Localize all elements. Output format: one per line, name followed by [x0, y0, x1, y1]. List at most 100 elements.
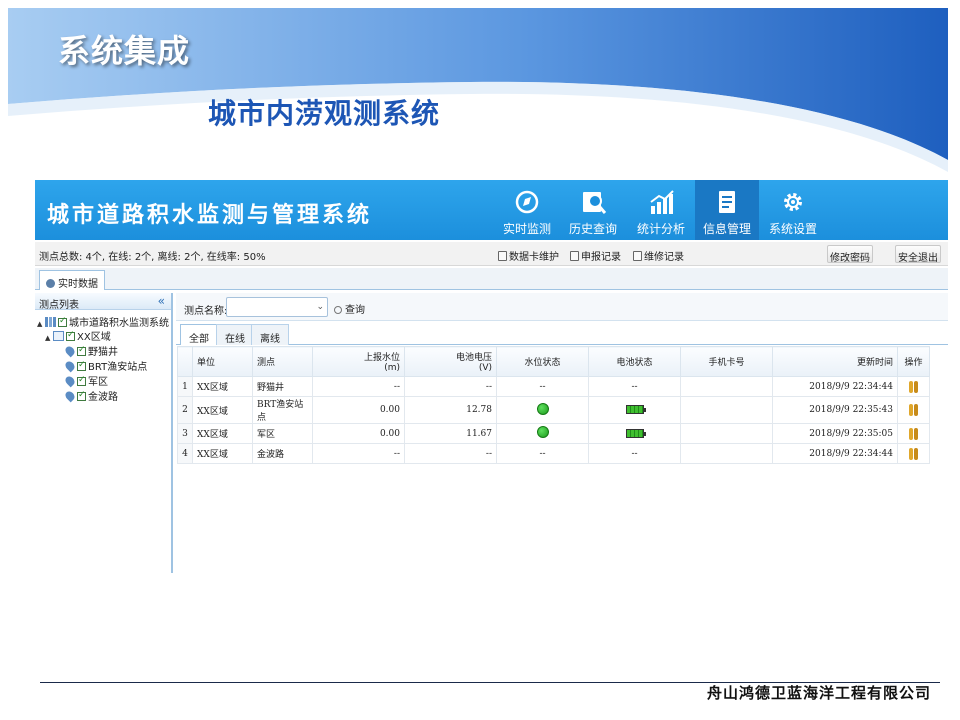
tab-realtime-data[interactable]: 实时数据	[39, 270, 105, 290]
checkbox[interactable]	[77, 390, 86, 401]
nav-label: 实时监测	[502, 222, 551, 236]
nav-statistics[interactable]: 统计分析	[629, 180, 693, 240]
status-summary: 测点总数: 4个, 在线: 2个, 离线: 2个, 在线率: 50%	[39, 252, 266, 263]
collapse-button[interactable]: «	[158, 294, 165, 308]
repair-record-link[interactable]: 维修记录	[633, 248, 684, 263]
tree-point[interactable]: 金波路	[63, 388, 118, 403]
cell-voltage: 11.67	[404, 423, 497, 444]
table-row[interactable]: 1 XX区域 野猫井 -- -- -- -- 2018/9/9 22:34:44	[177, 376, 930, 397]
tree-point-label: 野猫井	[88, 347, 118, 358]
table-row[interactable]: 2 XX区域 BRT渔安站点 0.00 12.78 2018/9/9 22:35…	[177, 396, 930, 424]
cell-point: 军区	[252, 423, 313, 444]
region-icon	[53, 331, 64, 341]
change-password-button[interactable]: 修改密码	[827, 245, 873, 264]
cell-unit: XX区域	[192, 443, 253, 464]
cell-level: --	[312, 376, 405, 397]
point-name-select[interactable]: ⌄	[226, 297, 328, 317]
cell-point: 金波路	[252, 443, 313, 464]
report-icon	[570, 251, 579, 261]
nav-realtime-monitor[interactable]: 实时监测	[495, 180, 559, 240]
row-index: 4	[177, 443, 193, 464]
tab-online-label: 在线	[225, 334, 245, 345]
col-battery-voltage: 电池电压 (V)	[404, 346, 497, 377]
checkbox[interactable]	[77, 375, 86, 386]
cell-voltage: --	[404, 376, 497, 397]
tree-point-label: BRT渔安站点	[88, 362, 148, 373]
cell-battery-status: --	[588, 443, 681, 464]
water-ok-icon	[536, 402, 549, 415]
tree-point[interactable]: 军区	[63, 373, 108, 388]
data-table: 单位 测点 上报水位 (m) 电池电压 (V) 水位状态 电池状态 手机卡号 更…	[177, 346, 930, 464]
cell-sim	[680, 443, 773, 464]
nav-label: 统计分析	[636, 222, 685, 236]
wrench-icon[interactable]	[908, 404, 919, 416]
search-bar: 测点名称: ⌄ 查询	[176, 293, 948, 321]
cell-level: 0.00	[312, 423, 405, 444]
query-button[interactable]: 查询	[334, 301, 365, 316]
document-icon	[719, 191, 735, 213]
bar-chart-icon	[650, 190, 674, 214]
checkbox[interactable]	[77, 345, 86, 356]
filter-tabs: 全部 在线 离线	[176, 323, 948, 345]
card-maintain-label: 数据卡维护	[509, 252, 559, 263]
tree-point-label: 金波路	[88, 392, 118, 403]
tree-root[interactable]: ▲城市道路积水监测系统	[37, 314, 169, 329]
compass-icon	[515, 190, 539, 214]
col-battery-status: 电池状态	[588, 346, 681, 377]
system-icon	[45, 317, 56, 327]
col-index	[177, 346, 193, 377]
wrench-icon[interactable]	[908, 427, 919, 440]
cell-voltage: --	[404, 443, 497, 464]
wrench-icon[interactable]	[908, 447, 919, 460]
tab-offline[interactable]: 离线	[251, 324, 289, 345]
table-row[interactable]: 3 XX区域 军区 0.00 11.67 2018/9/9 22:35:05	[177, 423, 930, 444]
checkbox[interactable]	[58, 316, 67, 327]
tree-region[interactable]: ▲ XX区域	[45, 328, 111, 343]
checkbox[interactable]	[66, 330, 75, 341]
checkbox[interactable]	[77, 360, 86, 371]
logout-button[interactable]: 安全退出	[895, 245, 941, 264]
tab-online[interactable]: 在线	[216, 324, 254, 345]
app-title: 城市道路积水监测与管理系统	[47, 203, 373, 228]
nav-label: 信息管理	[702, 222, 751, 236]
row-index: 1	[177, 376, 193, 397]
cell-level: --	[312, 443, 405, 464]
nav-system-settings[interactable]: 系统设置	[761, 180, 825, 240]
cell-actions	[897, 376, 930, 397]
tree-point[interactable]: BRT渔安站点	[63, 358, 148, 373]
nav-label: 系统设置	[768, 222, 817, 236]
cell-actions	[897, 443, 930, 464]
row-index: 2	[177, 396, 193, 424]
wrench-icon[interactable]	[908, 380, 919, 393]
card-icon	[498, 251, 507, 261]
col-sim-number: 手机卡号	[680, 346, 773, 377]
location-pin-icon	[63, 344, 77, 358]
cell-time: 2018/9/9 22:34:44	[772, 443, 898, 464]
expand-icon: ▲	[45, 334, 51, 342]
repair-icon	[633, 251, 642, 261]
table-row[interactable]: 4 XX区域 金波路 -- -- -- -- 2018/9/9 22:34:44	[177, 443, 930, 464]
slide-subtitle: 城市内涝观测系统	[208, 97, 441, 130]
cell-actions	[897, 396, 930, 424]
col-update-time: 更新时间	[772, 346, 898, 377]
col-reported-level: 上报水位 (m)	[312, 346, 405, 377]
cell-time: 2018/9/9 22:35:43	[772, 396, 898, 424]
tab-all[interactable]: 全部	[180, 324, 218, 345]
card-maintain-link[interactable]: 数据卡维护	[498, 248, 559, 263]
cell-sim	[680, 396, 773, 424]
tab-realtime-label: 实时数据	[58, 279, 98, 290]
expand-icon: ▲	[37, 320, 43, 328]
cell-point: BRT渔安站点	[252, 396, 313, 424]
cell-actions	[897, 423, 930, 444]
cell-water-status: --	[496, 443, 589, 464]
nav-info-management[interactable]: 信息管理	[695, 180, 759, 240]
report-record-link[interactable]: 申报记录	[570, 248, 621, 263]
status-bar: 测点总数: 4个, 在线: 2个, 离线: 2个, 在线率: 50% 数据卡维护…	[35, 242, 948, 266]
location-pin-icon	[63, 389, 77, 403]
tree-point[interactable]: 野猫井	[63, 343, 118, 358]
cell-water-status	[496, 423, 589, 444]
gear-icon	[784, 193, 802, 211]
realtime-icon	[46, 279, 55, 288]
nav-history-query[interactable]: 历史查询	[561, 180, 625, 240]
cell-time: 2018/9/9 22:34:44	[772, 376, 898, 397]
